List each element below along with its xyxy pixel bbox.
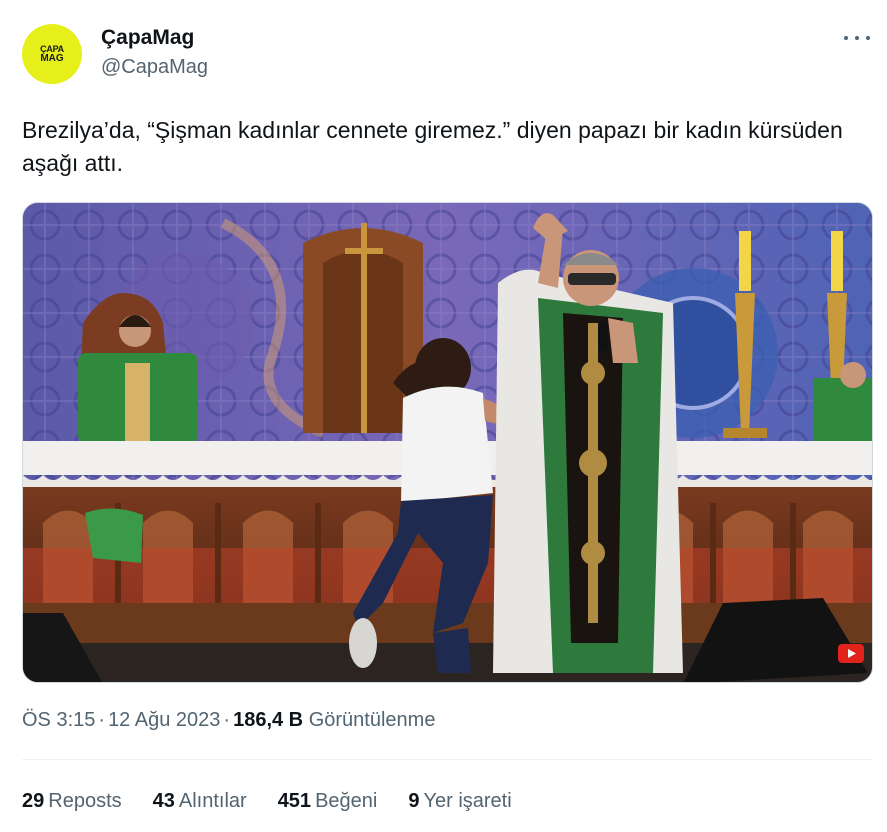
stat-quotes[interactable]: 43 Alıntılar [153,790,247,813]
meta-separator: · [223,709,231,731]
video-frame [23,203,872,682]
author-handle[interactable]: @CapaMag [101,56,208,79]
tweet-text: Brezilya’da, “Şişman kadınlar cennete gi… [22,117,843,176]
tweet-meta: ÖS 3:15 · 12 Ağu 2023 · 186,4 B Görüntülenme [22,709,435,732]
tweet-stats: 29 Reposts 43 Alıntılar 451 Beğeni 9 Yer işa… [22,790,543,813]
avatar[interactable]: ÇAPA MAG [22,24,82,84]
stat-reposts[interactable]: 29 Reposts [22,790,122,813]
stat-count: 9 [408,790,420,812]
tweet-media-video[interactable] [22,202,873,683]
tweet-time[interactable]: ÖS 3:15 [22,709,95,731]
stat-count: 451 [277,790,312,812]
more-horizontal-icon[interactable] [844,28,870,48]
stat-label: Beğeni [315,790,378,812]
stat-bookmarks[interactable]: 9 Yer işareti [408,790,511,813]
stat-label: Yer işareti [423,790,512,812]
views-label: Görüntülenme [308,709,436,731]
divider [22,759,873,760]
stat-label: Reposts [48,790,122,812]
avatar-logo-bottom: MAG [40,52,64,64]
author-name[interactable]: ÇapaMag [101,26,194,50]
views-count: 186,4 B [233,709,304,731]
meta-separator: · [98,709,106,731]
stat-likes[interactable]: 451 Beğeni [278,790,378,813]
tweet-header: ÇAPA MAG ÇapaMag @CapaMag [22,22,872,84]
tweet-date[interactable]: 12 Ağu 2023 [108,709,220,731]
youtube-icon [838,644,864,663]
stat-count: 43 [152,790,175,812]
stat-label: Alıntılar [178,790,247,812]
stat-count: 29 [22,790,45,812]
